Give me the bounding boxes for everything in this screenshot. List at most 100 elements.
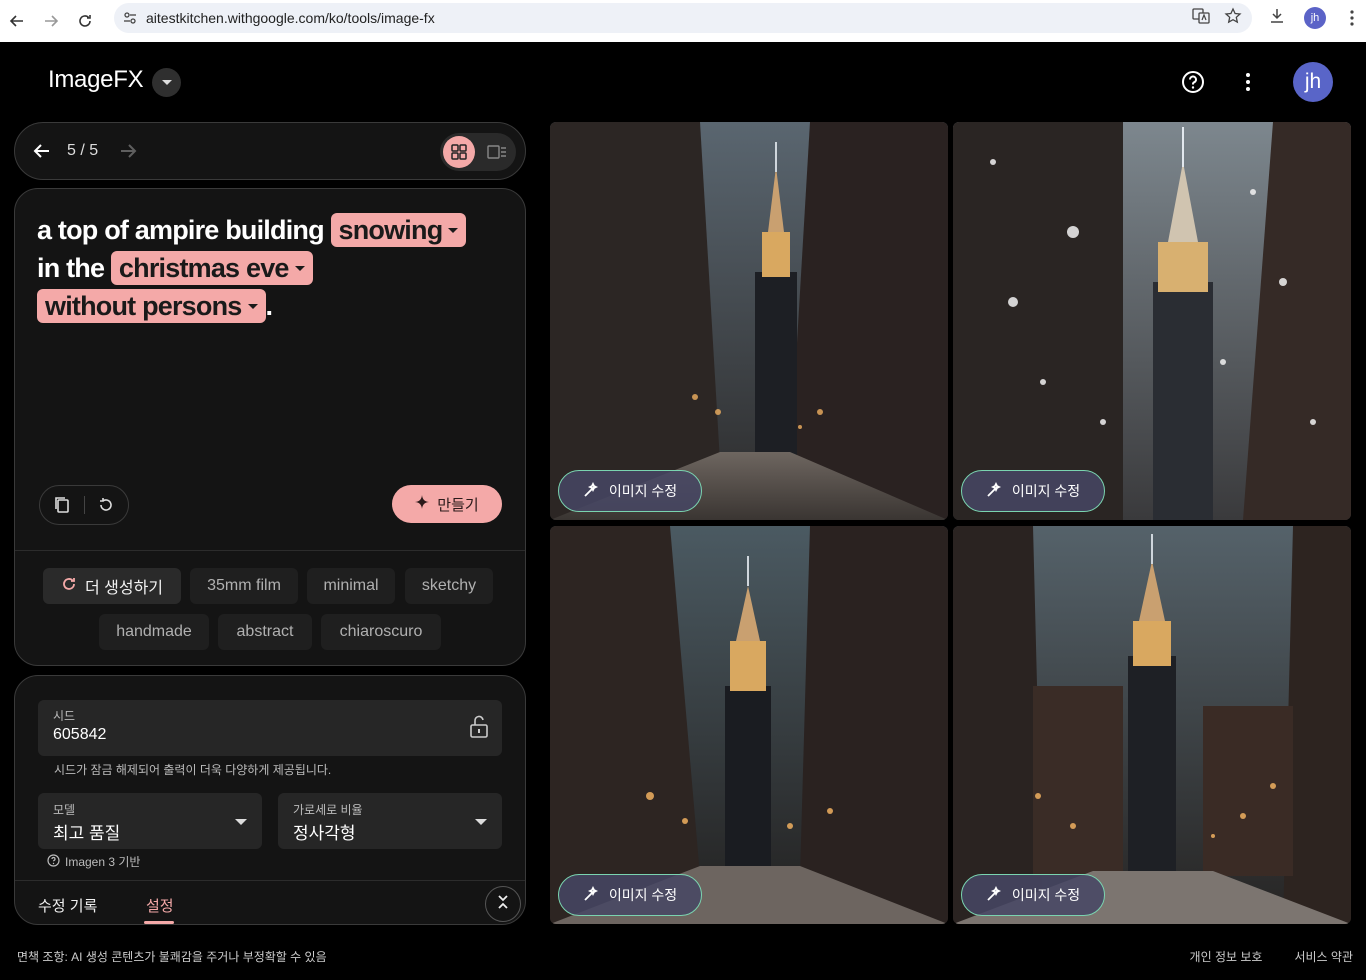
tab-history[interactable]: 수정 기록 [38, 895, 97, 916]
chip-label: christmas eve [118, 253, 290, 283]
chip-label: without persons [45, 291, 242, 321]
privacy-link[interactable]: 개인 정보 보호 [1190, 948, 1263, 965]
generate-more-button[interactable]: 더 생성하기 [43, 568, 181, 604]
unlock-icon[interactable] [468, 715, 490, 739]
suggestion-chip[interactable]: chiaroscuro [321, 614, 441, 650]
make-button-label: 만들기 [437, 496, 479, 514]
translate-icon[interactable] [1192, 7, 1210, 30]
model-value: 최고 품질 [53, 824, 121, 843]
history-pager: 5 / 5 [14, 122, 526, 180]
grid-view-icon[interactable] [443, 136, 475, 168]
aspect-ratio-value: 정사각형 [293, 824, 356, 843]
address-bar[interactable]: aitestkitchen.withgoogle.com/ko/tools/im… [114, 3, 1252, 33]
divider [15, 880, 525, 881]
edit-wand-icon [986, 481, 1002, 501]
help-circle-icon[interactable] [47, 853, 60, 870]
prompt-text-segment[interactable]: in the [37, 253, 105, 283]
prompt-editor[interactable]: a top of ampire building snowing in the … [37, 211, 507, 325]
help-icon[interactable] [1181, 70, 1205, 94]
prompt-text-segment[interactable]: a top of ampire building [37, 215, 325, 245]
prompt-text-segment[interactable]: . [266, 291, 273, 321]
view-mode-toggle [440, 133, 516, 171]
seed-field[interactable]: 시드 605842 [38, 700, 502, 756]
generated-image[interactable]: 이미지 수정 [953, 526, 1351, 924]
aspect-ratio-select[interactable]: 가로세로 비율 정사각형 [278, 793, 502, 849]
edit-image-label: 이미지 수정 [1011, 887, 1081, 903]
edit-image-label: 이미지 수정 [608, 887, 678, 903]
prompt-card: a top of ampire building snowing in the … [14, 188, 526, 666]
generated-image-scene [953, 526, 1351, 924]
edit-image-label: 이미지 수정 [608, 483, 678, 499]
download-icon[interactable] [1268, 7, 1286, 30]
model-label: 모델 [53, 803, 76, 817]
seed-label: 시드 [53, 709, 76, 723]
prompt-chip-without-persons[interactable]: without persons [37, 289, 266, 323]
suggestion-chip[interactable]: sketchy [405, 568, 493, 604]
active-tab-indicator [144, 921, 174, 924]
prompt-chip-christmas-eve[interactable]: christmas eve [110, 251, 313, 285]
chevron-down-icon [247, 303, 258, 309]
collapse-button[interactable] [485, 886, 521, 922]
disclaimer-text: 면책 조항: AI 생성 콘텐츠가 불쾌감을 주거나 부정확할 수 있음 [17, 950, 327, 964]
chevron-down-icon [235, 819, 247, 825]
copy-icon[interactable] [40, 486, 84, 524]
suggestion-chip[interactable]: abstract [218, 614, 312, 650]
generated-image-scene [550, 526, 948, 924]
page-count: 5 / 5 [67, 142, 99, 159]
chevron-down-icon [475, 819, 487, 825]
app-title: ImageFX [48, 66, 144, 93]
more-options-icon[interactable] [1238, 70, 1258, 94]
generated-image-scene [953, 122, 1351, 520]
sparkle-icon [415, 495, 430, 513]
browser-profile-avatar[interactable]: jh [1304, 7, 1326, 29]
single-view-icon[interactable] [485, 140, 509, 164]
seed-hint: 시드가 잠금 해제되어 출력이 더욱 다양하게 제공됩니다. [54, 763, 332, 777]
browser-forward-icon[interactable] [34, 4, 68, 38]
edit-image-button[interactable]: 이미지 수정 [961, 874, 1105, 916]
prompt-chip-snowing[interactable]: snowing [330, 213, 467, 247]
suggestion-chip[interactable]: handmade [99, 614, 209, 650]
bookmark-star-icon[interactable] [1224, 6, 1242, 30]
generated-image[interactable]: 이미지 수정 [953, 122, 1351, 520]
terms-link[interactable]: 서비스 약관 [1294, 948, 1353, 965]
browser-menu-icon[interactable] [1350, 10, 1354, 31]
model-select[interactable]: 모델 최고 품질 [38, 793, 262, 849]
app-switcher-dropdown[interactable] [152, 68, 181, 97]
edit-wand-icon [583, 885, 599, 905]
user-avatar[interactable]: jh [1293, 62, 1333, 102]
previous-arrow-icon[interactable] [29, 138, 55, 164]
seed-value[interactable]: 605842 [53, 726, 106, 744]
generated-image-scene [550, 122, 948, 520]
chevron-down-icon [161, 80, 172, 85]
prompt-tools [39, 485, 129, 525]
browser-toolbar: aitestkitchen.withgoogle.com/ko/tools/im… [0, 0, 1366, 42]
suggestion-chip[interactable]: minimal [307, 568, 395, 604]
suggestion-chip[interactable]: 35mm film [190, 568, 298, 604]
edit-image-label: 이미지 수정 [1011, 483, 1081, 499]
site-settings-icon[interactable] [114, 11, 146, 25]
chevron-down-icon [294, 265, 305, 271]
tab-settings[interactable]: 설정 [146, 895, 174, 916]
make-button[interactable]: 만들기 [392, 485, 502, 523]
reset-icon[interactable] [84, 486, 128, 524]
aspect-ratio-label: 가로세로 비율 [293, 803, 363, 817]
generated-image[interactable]: 이미지 수정 [550, 122, 948, 520]
next-arrow-icon[interactable] [115, 138, 141, 164]
refresh-icon [61, 576, 77, 597]
edit-wand-icon [986, 885, 1002, 905]
chevron-down-icon [448, 227, 459, 233]
divider [15, 550, 525, 551]
browser-back-icon[interactable] [0, 4, 34, 38]
url-text[interactable]: aitestkitchen.withgoogle.com/ko/tools/im… [146, 10, 435, 26]
edit-image-button[interactable]: 이미지 수정 [558, 874, 702, 916]
footer-links: 개인 정보 보호 서비스 약관 [1190, 948, 1353, 965]
collapse-icon [496, 894, 510, 915]
settings-card: 시드 605842 시드가 잠금 해제되어 출력이 더욱 다양하게 제공됩니다.… [14, 675, 526, 925]
model-info: Imagen 3 기반 [47, 853, 140, 870]
browser-reload-icon[interactable] [68, 4, 102, 38]
edit-image-button[interactable]: 이미지 수정 [961, 470, 1105, 512]
model-info-text: Imagen 3 기반 [65, 855, 141, 869]
edit-image-button[interactable]: 이미지 수정 [558, 470, 702, 512]
generated-image[interactable]: 이미지 수정 [550, 526, 948, 924]
generate-more-label: 더 생성하기 [84, 580, 164, 597]
